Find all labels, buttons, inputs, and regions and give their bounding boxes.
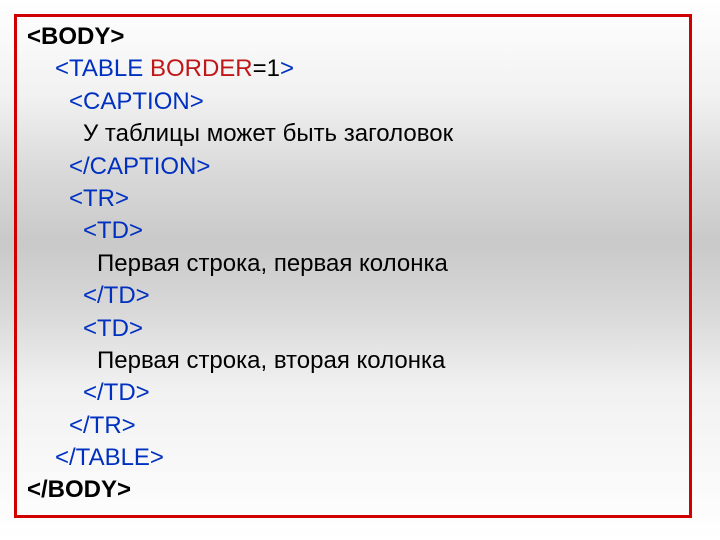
tag-body-open: <BODY> — [27, 23, 124, 50]
line-body-close: </BODY> — [27, 474, 679, 506]
line-tr-open: <TR> — [27, 183, 679, 215]
line-caption-text: У таблицы может быть заголовок — [27, 118, 679, 150]
tag-caption-close: </CAPTION> — [69, 153, 210, 180]
line-cell1-text: Первая строка, первая колонка — [27, 248, 679, 280]
line-caption-open: <CAPTION> — [27, 86, 679, 118]
line-td-open-1: <TD> — [27, 215, 679, 247]
line-table-open: <TABLE BORDER=1> — [27, 53, 679, 85]
tag-table-open-suffix: > — [280, 55, 294, 82]
cell1-text: Первая строка, первая колонка — [97, 250, 448, 277]
line-td-close-1: </TD> — [27, 280, 679, 312]
tag-td-open-2: <TD> — [83, 315, 143, 342]
line-caption-close: </CAPTION> — [27, 151, 679, 183]
attr-border: BORDER — [150, 55, 253, 82]
attr-border-value: 1 — [267, 55, 280, 82]
line-tr-close: </TR> — [27, 410, 679, 442]
tag-body-close: </BODY> — [27, 476, 131, 503]
line-body-open: <BODY> — [27, 21, 679, 53]
tag-td-close-2: </TD> — [83, 379, 150, 406]
tag-tr-open: <TR> — [69, 185, 129, 212]
line-cell2-text: Первая строка, вторая колонка — [27, 345, 679, 377]
tag-table-close: </TABLE> — [55, 444, 164, 471]
tag-td-open-1: <TD> — [83, 217, 143, 244]
eq-sign: = — [253, 55, 267, 82]
code-frame: <BODY> <TABLE BORDER=1> <CAPTION> У табл… — [14, 14, 692, 518]
tag-caption-open: <CAPTION> — [69, 88, 204, 115]
tag-table-open-prefix: <TABLE — [55, 55, 150, 82]
tag-tr-close: </TR> — [69, 412, 136, 439]
tag-td-close-1: </TD> — [83, 282, 150, 309]
line-td-open-2: <TD> — [27, 313, 679, 345]
line-td-close-2: </TD> — [27, 377, 679, 409]
cell2-text: Первая строка, вторая колонка — [97, 347, 445, 374]
line-table-close: </TABLE> — [27, 442, 679, 474]
caption-text: У таблицы может быть заголовок — [83, 120, 453, 147]
